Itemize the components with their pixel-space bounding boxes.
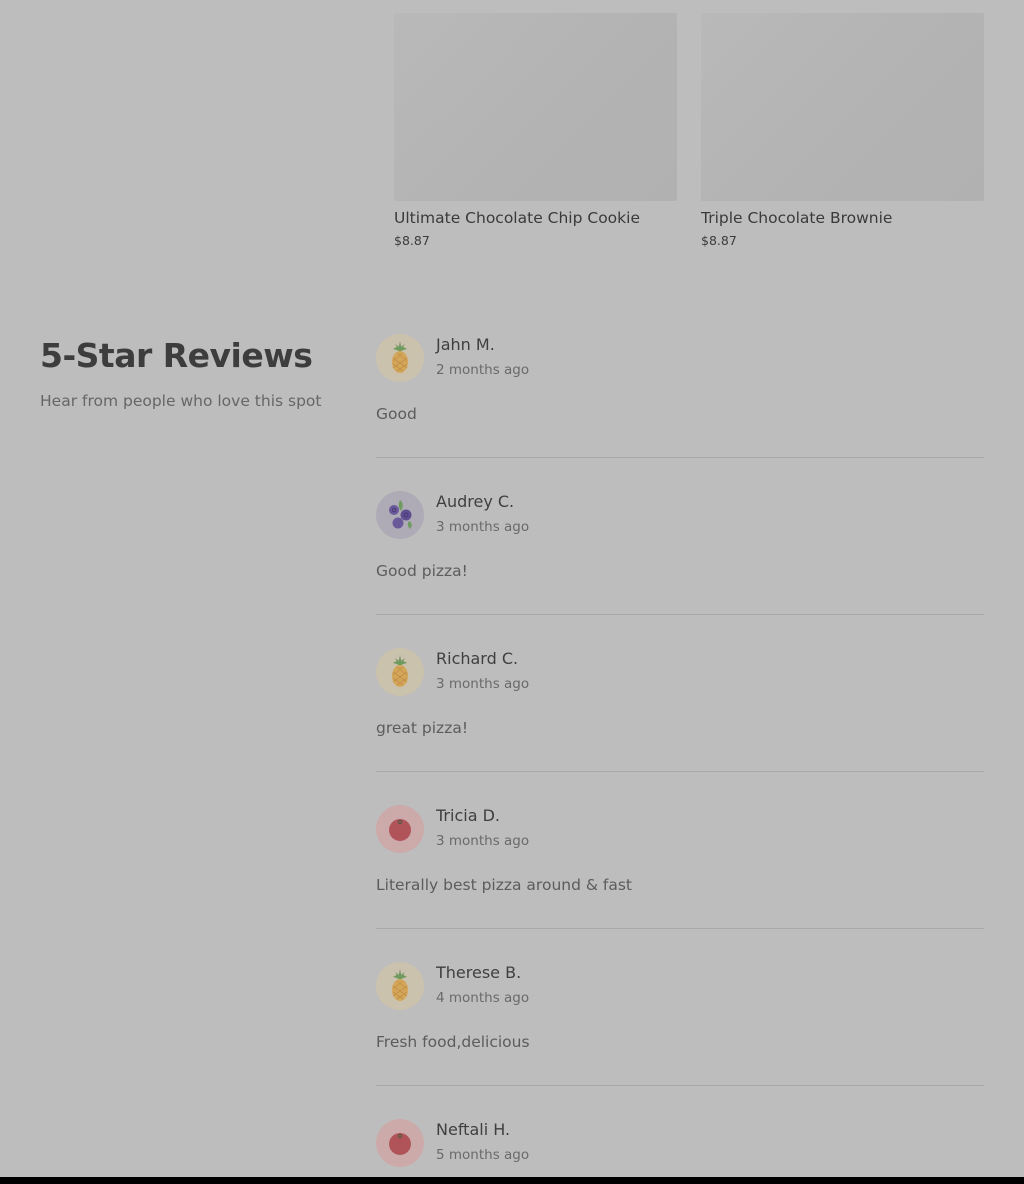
avatar [376,962,424,1010]
product-price: $8.87 [394,233,430,248]
tomato-icon [389,819,411,841]
avatar [376,805,424,853]
product-name[interactable]: Ultimate Chocolate Chip Cookie [394,205,677,231]
avatar [376,648,424,696]
review-date: 3 months ago [436,676,530,692]
avatar [376,1119,424,1167]
reviewer-name: Neftali H. [436,1120,511,1139]
reviewer-name: Therese B. [436,963,522,982]
product-card[interactable]: Triple Chocolate Brownie $8.87 [701,13,984,251]
product-card[interactable]: Ultimate Chocolate Chip Cookie $8.87 [394,13,677,251]
product-price: $8.87 [701,233,737,248]
divider [376,928,984,929]
review-text: Good [376,405,417,423]
product-name[interactable]: Triple Chocolate Brownie [701,205,984,231]
pineapple-icon [392,341,408,373]
review-item: Therese B. 4 months ago Fresh food,delic… [376,962,984,1119]
review-text: great pizza! [376,719,469,737]
reviews-heading: 5-Star Reviews [40,336,313,375]
review-item: Tricia D. 3 months ago Literally best pi… [376,805,984,962]
review-text: Literally best pizza around & fast [376,876,632,894]
review-text: Good pizza! [376,562,468,580]
tomato-icon [389,1133,411,1155]
review-date: 5 months ago [436,1147,530,1163]
review-item: Jahn M. 2 months ago Good [376,334,984,491]
reviewer-name: Richard C. [436,649,519,668]
avatar [376,334,424,382]
review-date: 3 months ago [436,519,530,535]
review-item: Neftali H. 5 months ago [376,1119,984,1177]
pineapple-icon [392,655,408,687]
divider [376,1085,984,1086]
product-image[interactable] [701,13,984,201]
review-date: 3 months ago [436,833,530,849]
divider [376,457,984,458]
review-item: Audrey C. 3 months ago Good pizza! [376,491,984,648]
divider [376,771,984,772]
product-image[interactable] [394,13,677,201]
review-text: Fresh food,delicious [376,1033,530,1051]
review-item: Richard C. 3 months ago great pizza! [376,648,984,805]
blueberry-icon [389,500,412,529]
review-date: 2 months ago [436,362,530,378]
pineapple-icon [392,969,408,1001]
product-carousel: Ultimate Chocolate Chip Cookie $8.87 Tri… [394,13,984,253]
reviews-subtitle: Hear from people who love this spot [40,392,322,410]
avatar [376,491,424,539]
review-date: 4 months ago [436,990,530,1006]
reviewer-name: Audrey C. [436,492,515,511]
reviewer-name: Tricia D. [436,806,500,825]
bottom-bar [0,1177,1024,1184]
reviewer-name: Jahn M. [436,335,495,354]
divider [376,614,984,615]
